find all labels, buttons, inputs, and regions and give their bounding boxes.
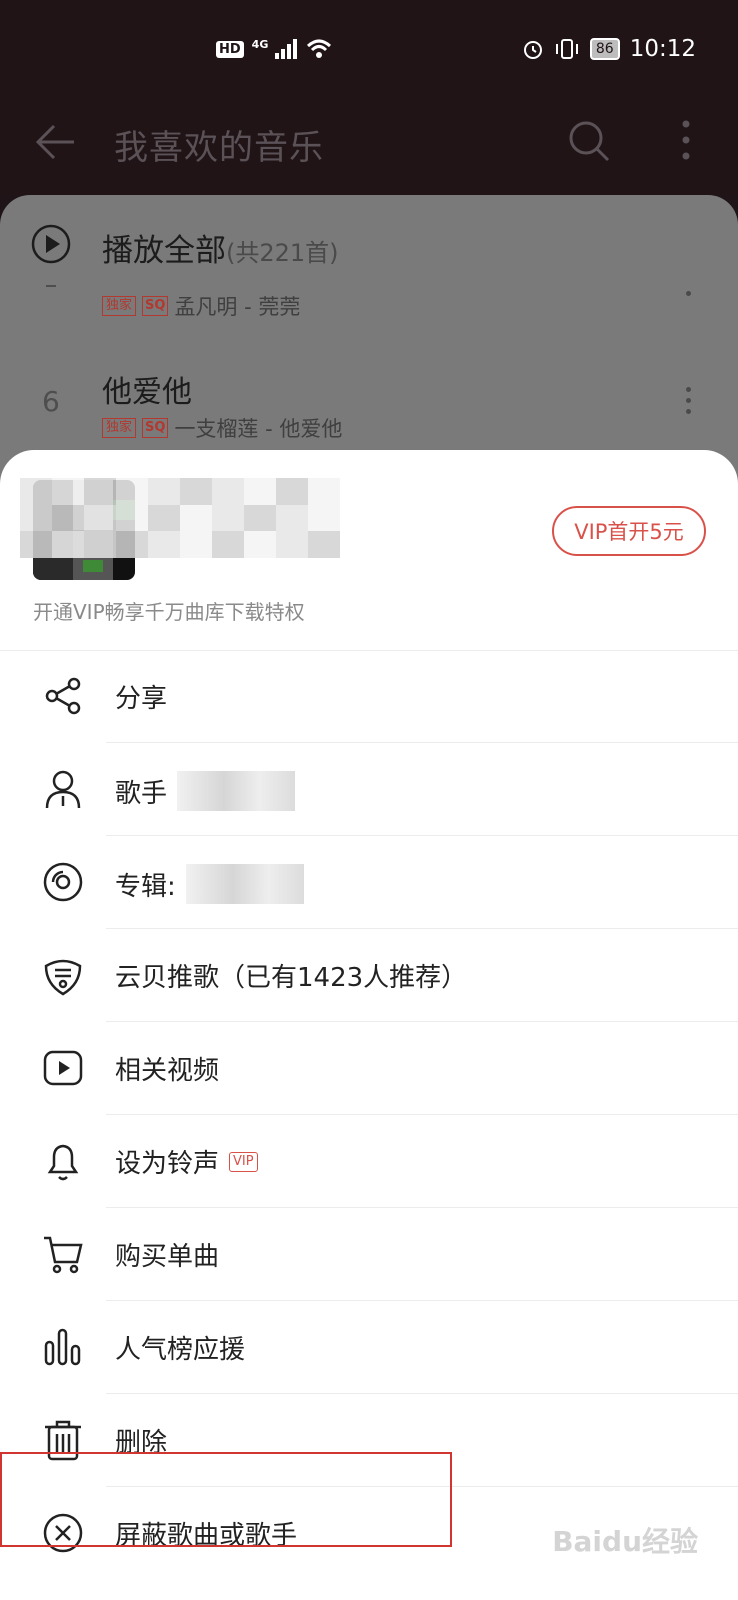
vip-badge: VIP <box>229 1151 258 1172</box>
menu-item-chart-support[interactable]: 人气榜应援 <box>0 1301 738 1394</box>
singer-name-blurred <box>177 771 296 811</box>
recommend-icon <box>44 959 82 996</box>
network-indicators: HD 4G <box>216 38 332 60</box>
watermark: Baidu经验 <box>552 1525 698 1558</box>
singer-icon <box>45 770 81 809</box>
sq-tag: SQ <box>142 418 169 438</box>
song-meta-row: 独家 SQ 一支榴莲 - 他爱他 <box>102 413 342 443</box>
status-right: 86 10:12 <box>522 36 696 62</box>
play-all-count: (共221首) <box>226 239 339 267</box>
menu-item-singer[interactable]: 歌手 <box>0 743 738 836</box>
action-menu: 分享 歌手 专辑: 云贝推歌（已有1423人推荐） 相关视频 设为铃声 VIP … <box>0 650 738 1580</box>
menu-item-share[interactable]: 分享 <box>0 650 738 743</box>
back-arrow-icon[interactable] <box>32 118 80 166</box>
more-vertical-icon[interactable] <box>680 118 692 164</box>
wifi-icon <box>307 39 332 58</box>
play-all-label: 播放全部 <box>102 233 226 269</box>
share-icon <box>45 677 81 715</box>
menu-item-album[interactable]: 专辑: <box>0 836 738 929</box>
signal-icon <box>275 39 298 59</box>
song-action-sheet: VIP首开5元 开通VIP畅享千万曲库下载特权 分享 歌手 专辑: 云贝推歌（已… <box>0 450 738 1600</box>
sq-tag: SQ <box>142 296 169 316</box>
menu-label: 歌手 <box>115 778 168 809</box>
menu-label: 分享 <box>115 684 168 714</box>
bell-icon <box>47 1144 79 1181</box>
vip-offer-button[interactable]: VIP首开5元 <box>552 506 706 556</box>
menu-label: 设为铃声 <box>115 1149 220 1179</box>
exclusive-tag: 独家 <box>102 418 137 438</box>
album-name-blurred <box>185 864 304 904</box>
menu-label: 云贝推歌（已有1423人推荐） <box>115 963 468 993</box>
title-bar: 我喜欢的音乐 <box>0 100 738 195</box>
menu-item-video[interactable]: 相关视频 <box>0 1022 738 1115</box>
song-title[interactable]: 他爱他 <box>102 367 192 411</box>
menu-label: 专辑: <box>115 871 176 902</box>
menu-label: 人气榜应援 <box>115 1335 246 1365</box>
menu-item-ringtone[interactable]: 设为铃声 VIP <box>0 1115 738 1208</box>
highlight-annotation <box>0 1452 452 1547</box>
alarm-icon <box>523 41 542 59</box>
song-index: 6 <box>42 385 60 418</box>
menu-item-recommend[interactable]: 云贝推歌（已有1423人推荐） <box>0 929 738 1022</box>
song-artist: 一支榴莲 - 他爱他 <box>174 417 343 441</box>
network-type: 4G <box>251 37 269 51</box>
song-meta-row: 独家 SQ 孟凡明 - 莞莞 <box>102 291 300 321</box>
status-bar: HD 4G 86 10:12 <box>0 0 738 100</box>
page-title: 我喜欢的音乐 <box>114 128 324 168</box>
album-icon <box>43 862 83 902</box>
hd-badge: HD <box>216 40 244 58</box>
song-more-icon[interactable] <box>686 387 691 414</box>
vibrate-icon <box>555 39 578 59</box>
clock: 10:12 <box>629 36 696 62</box>
exclusive-tag: 独家 <box>102 296 137 316</box>
song-index-partial <box>46 285 56 287</box>
song-artist: 孟凡明 - 莞莞 <box>174 295 301 319</box>
play-all-button[interactable]: 播放全部(共221首) <box>102 225 339 270</box>
chart-icon <box>44 1328 81 1366</box>
play-all-icon[interactable] <box>30 223 72 265</box>
menu-item-buy[interactable]: 购买单曲 <box>0 1208 738 1301</box>
song-name-blurred <box>20 478 340 558</box>
vip-promo-text: 开通VIP畅享千万曲库下载特权 <box>33 600 305 624</box>
menu-label: 相关视频 <box>115 1056 220 1086</box>
menu-label: 购买单曲 <box>115 1242 220 1272</box>
cart-icon <box>44 1236 83 1274</box>
search-icon[interactable] <box>566 118 612 164</box>
video-icon <box>43 1050 83 1086</box>
battery-indicator: 86 <box>589 38 620 60</box>
song-more-icon[interactable] <box>686 291 691 296</box>
